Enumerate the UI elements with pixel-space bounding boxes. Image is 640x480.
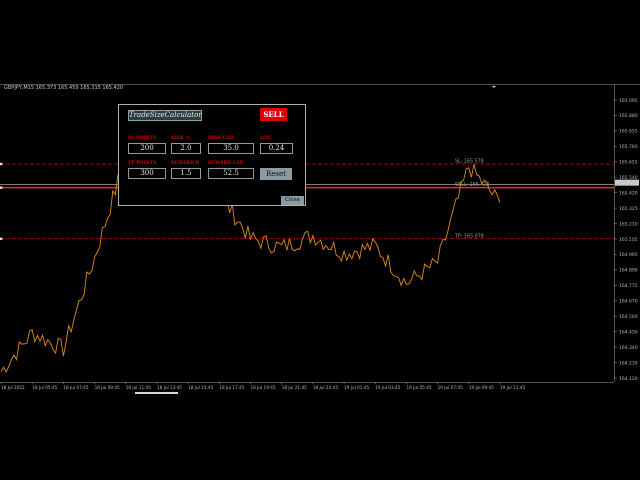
take-profit-line-label: TP: 165.078 [454,233,484,239]
price-tick-label: 164.560 [619,314,638,320]
chart-shift-marker[interactable] [492,86,496,88]
price-tick-label: 165.880 [619,113,638,119]
time-tick-label: 18 Jul 15:45 [188,385,213,390]
bid-price-marker [615,179,639,186]
price-tick-label: 164.230 [619,360,638,366]
price-tick-label: 165.760 [619,144,638,150]
time-tick-label: 19 Jul 09:45 [469,385,494,390]
risk-usd-label: RISK USD [208,136,234,141]
risk-usd-field[interactable]: 35.0 [208,143,254,154]
time-tick-label: 18 Jul 2022 [1,385,25,390]
price-tick-label: 164.775 [619,283,638,289]
time-tick-label: 19 Jul 07:45 [438,385,463,390]
tp-points-label: TP POINTS [128,161,157,166]
trade-size-calculator-panel: TradeSizeCalculator SELL SL POINTS RISK … [118,104,306,206]
price-tick-label: 164.670 [619,299,638,305]
reward-r-field[interactable]: 1.5 [171,168,201,179]
close-button[interactable]: Close [281,196,304,205]
time-tick-label: 18 Jul 07:45 [63,385,88,390]
price-tick-label: 165.095 [619,98,638,104]
time-tick-label: 18 Jul 21:45 [282,385,307,390]
price-tick-label: 164.995 [619,252,638,258]
stop-loss-line-handle[interactable] [0,162,3,166]
sell-button[interactable]: SELL [260,108,287,121]
risk-pct-label: RISK % [171,136,190,141]
lot-label: LOT [260,136,271,141]
time-tick-label: 19 Jul 05:45 [406,385,431,390]
take-profit-line-handle[interactable] [0,237,3,240]
tp-points-field[interactable]: 300 [128,168,166,179]
price-tick-label: 164.450 [619,329,638,335]
price-tick-label: 165.325 [619,206,638,212]
reward-r-label: REWARD R [171,161,200,166]
sl-points-field[interactable]: 200 [128,143,166,154]
lot-field: 0.24 [260,143,293,154]
time-tick-label: 18 Jul 09:45 [95,385,120,390]
price-tick-label: 164.120 [619,376,638,382]
reward-usd-field: 52.5 [208,168,254,179]
price-tick-label: 165.655 [619,129,638,135]
price-tick-label: 164.890 [619,268,638,274]
risk-pct-field[interactable]: 2.0 [171,143,201,154]
price-tick-label: 165.420 [619,190,638,196]
price-tick-label: 165.210 [619,221,638,227]
chart-symbol-info: GBPJPY,M15 165.373 165.459 165.315 165.4… [4,85,124,91]
price-chart[interactable]: 165.095 165.880 165.655 165.760 165.655 165.5… [0,84,640,396]
time-tick-label: 18 Jul 11:45 [126,385,151,390]
time-tick-label: 19 Jul 01:45 [344,385,369,390]
time-tick-label: 18 Jul 23:45 [313,385,338,390]
time-tick-label: 18 Jul 17:45 [219,385,244,390]
chart-canvas[interactable]: 165.095165.880165.655165.760165.655165.5… [0,84,640,396]
price-tick-label: 164.340 [619,345,638,351]
stop-loss-line-label: SL: 165.578 [455,159,484,165]
reward-usd-label: REWARD USD [208,161,244,166]
time-tick-label: 18 Jul 13:45 [157,385,182,390]
price-tick-label: 165.105 [619,237,638,243]
entry-line-handle[interactable] [0,186,3,189]
time-tick-label: 18 Jul 05:45 [32,385,57,390]
time-tick-label: 19 Jul 03:45 [375,385,400,390]
time-tick-label: 19 Jul 11:45 [500,385,525,390]
panel-title: TradeSizeCalculator [128,110,202,121]
time-tick-label: 18 Jul 19:45 [251,385,276,390]
sl-points-label: SL POINTS [128,136,157,141]
price-tick-label: 165.655 [619,160,638,166]
reset-button[interactable]: Reset [260,168,292,180]
